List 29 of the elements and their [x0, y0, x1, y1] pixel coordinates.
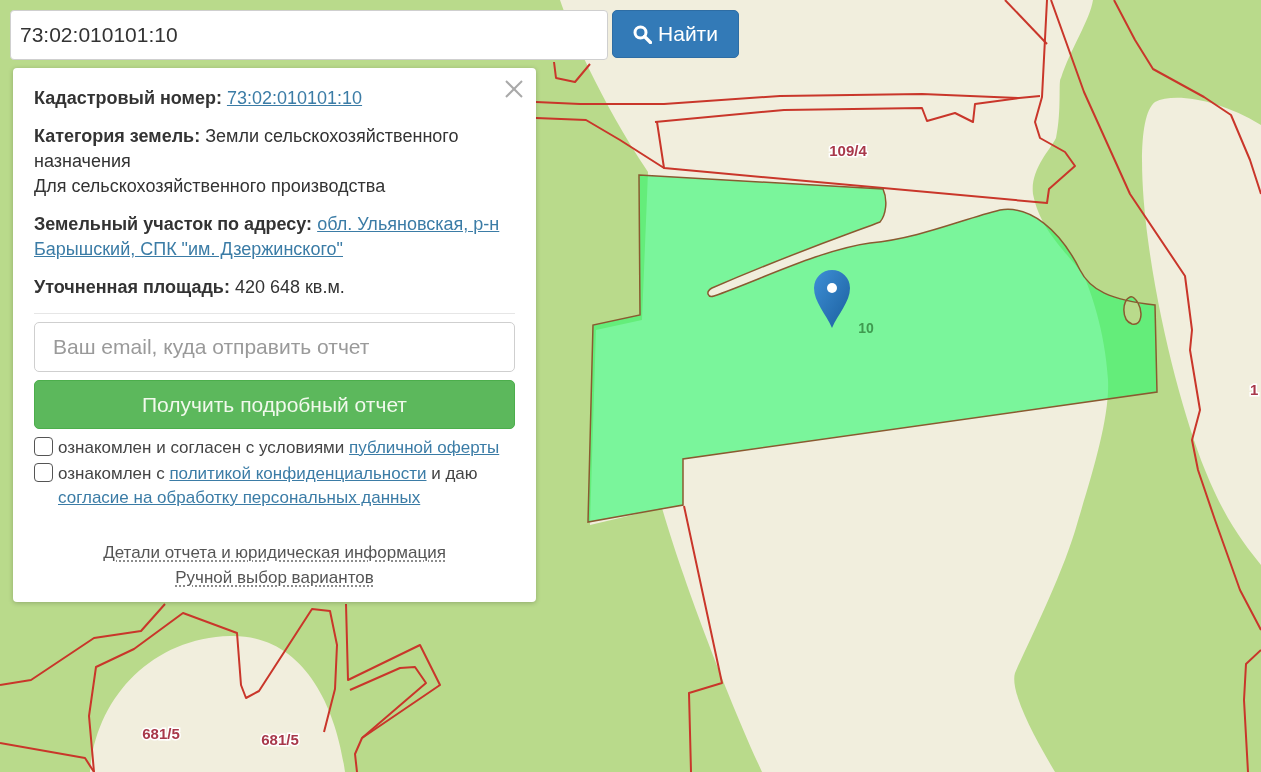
field-note: Для сельскохозяйственного производства [34, 175, 387, 198]
footer-link[interactable]: Ручной выбор вариантов [175, 565, 374, 590]
field-text: Уточненная площадь: 420 648 кв.м. [34, 276, 346, 299]
field-text: Категория земель: Земли сельскохозяйственного назначения [34, 125, 460, 173]
checkbox[interactable] [34, 437, 53, 456]
document-link[interactable]: публичной оферты [349, 438, 500, 457]
checkbox[interactable] [34, 463, 53, 482]
parcel-label: 681/5 [142, 725, 180, 742]
field-value-link[interactable]: обл. Ульяновская, р-н [317, 214, 500, 234]
map-pin-icon [814, 270, 850, 328]
document-link[interactable]: политикой конфиденциальности [169, 464, 427, 483]
field-value-link[interactable]: 73:02:010101:10 [226, 88, 363, 108]
consent-text: ознакомлен с политикой конфиденциальности и даю согласие на обработку персональных данных [58, 463, 479, 509]
parcel-label: 109/4 [829, 142, 867, 159]
parcel-label: 681/5 [261, 731, 299, 748]
search-icon [633, 24, 653, 44]
search-button[interactable]: Найти [612, 10, 739, 58]
document-link[interactable]: согласие на обработку персональных данных [58, 488, 421, 507]
parcel-label: 1 [1250, 381, 1259, 398]
footer-link[interactable]: Детали отчета и юридическая информация [103, 540, 446, 565]
email-field[interactable]: Ваш email, куда отправить отчет [34, 322, 515, 372]
close-icon [505, 80, 523, 98]
search-field[interactable]: 73:02:010101:10 [10, 10, 608, 60]
field-value-link[interactable]: Барышский, СПК "им. Дзержинского" [34, 239, 343, 259]
parcel-boundary [553, 61, 591, 83]
field-label: Земельный участок по адресу: [34, 214, 313, 234]
parcel-label: 10 [858, 320, 874, 336]
field-label: Кадастровый номер: [34, 88, 222, 108]
consent-text: ознакомлен и согласен с условиями публичной оферты [58, 437, 501, 459]
